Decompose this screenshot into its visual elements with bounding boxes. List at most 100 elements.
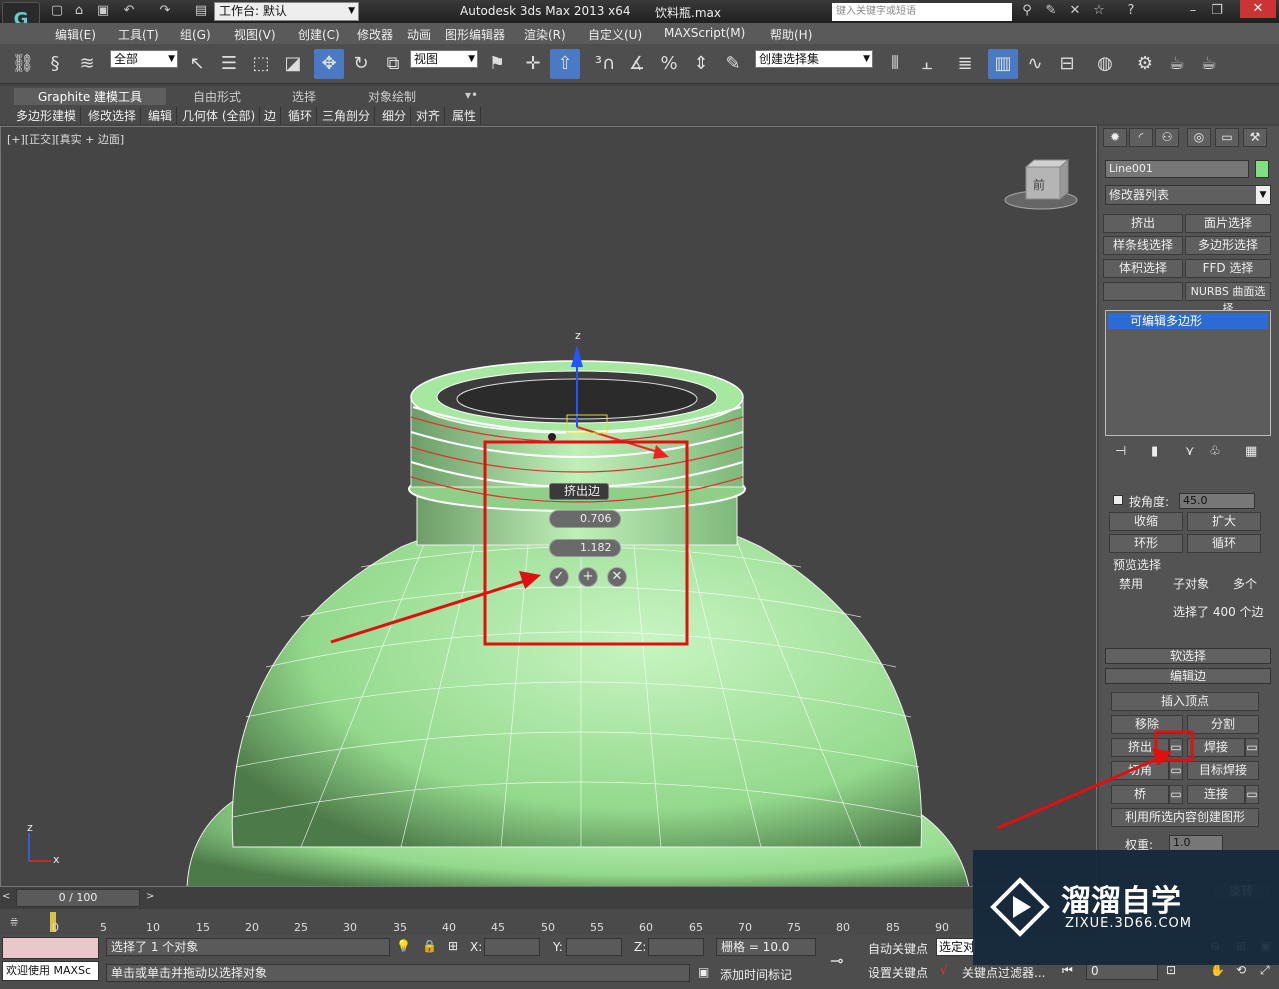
preview-multi-radio[interactable]: 多个 bbox=[1233, 575, 1257, 592]
menu-maxscript[interactable]: MAXScript(M) bbox=[664, 26, 745, 40]
tab-selection[interactable]: 选择 bbox=[292, 88, 316, 105]
bind-spacewarp-icon[interactable]: ≋ bbox=[72, 49, 102, 79]
utilities-tab-icon[interactable]: ⚒ bbox=[1243, 128, 1267, 147]
preview-disabled-radio[interactable]: 禁用 bbox=[1119, 575, 1143, 592]
grow-button[interactable]: 扩大 bbox=[1187, 512, 1261, 531]
ribbon-options-icon[interactable]: ▾• bbox=[465, 88, 478, 105]
subtab-loops[interactable]: 循环 bbox=[284, 107, 318, 124]
caddy-apply-icon[interactable]: + bbox=[578, 567, 598, 587]
scale-icon[interactable]: ⧉ bbox=[378, 49, 408, 79]
subtab-properties[interactable]: 属性 bbox=[448, 107, 482, 124]
named-selection-dropdown[interactable]: 创建选择集 ▼ bbox=[755, 50, 873, 68]
caddy-width-field[interactable]: 1.182 bbox=[549, 539, 621, 557]
by-angle-field[interactable]: 45.0 bbox=[1179, 493, 1255, 509]
new-file-icon[interactable]: ▢ bbox=[48, 2, 66, 20]
rendered-frame-icon[interactable]: ☕ bbox=[1162, 49, 1192, 79]
hierarchy-tab-icon[interactable]: ⚇ bbox=[1155, 128, 1179, 147]
subtab-align[interactable]: 对齐 bbox=[412, 107, 446, 124]
soft-selection-rollout[interactable]: 软选择 bbox=[1105, 648, 1271, 664]
weld-settings-icon[interactable]: ▭ bbox=[1245, 738, 1259, 757]
mirror-icon[interactable]: ⫴ bbox=[880, 49, 910, 79]
subtab-edges[interactable]: 边 bbox=[260, 107, 282, 124]
restore-icon[interactable]: ❐ bbox=[1208, 2, 1226, 20]
ffd-select-button[interactable]: FFD 选择 bbox=[1185, 259, 1271, 278]
move-icon[interactable]: ✥ bbox=[314, 49, 344, 79]
subtab-edit[interactable]: 编辑 bbox=[144, 107, 178, 124]
chamfer-button[interactable]: 切角 bbox=[1111, 761, 1169, 780]
save-icon[interactable]: ▣ bbox=[94, 2, 112, 20]
object-name-field[interactable]: Line001 bbox=[1105, 160, 1249, 178]
curve-editor-icon[interactable]: ∿ bbox=[1020, 49, 1050, 79]
help-icon[interactable]: ? bbox=[1122, 2, 1140, 20]
connect-settings-icon[interactable]: ▭ bbox=[1245, 785, 1259, 804]
absolute-mode-icon[interactable]: ⊞ bbox=[448, 939, 458, 953]
align-icon[interactable]: ⫠ bbox=[912, 49, 942, 79]
insert-vertex-button[interactable]: 插入顶点 bbox=[1111, 692, 1259, 711]
select-by-name-icon[interactable]: ☰ bbox=[214, 49, 244, 79]
menu-graph-editors[interactable]: 图形编辑器 bbox=[445, 26, 505, 43]
redo-icon[interactable]: ↷ bbox=[156, 2, 174, 20]
empty-modifier-button[interactable] bbox=[1103, 282, 1183, 301]
prev-frame-icon[interactable]: < bbox=[2, 891, 10, 902]
split-button[interactable]: 分割 bbox=[1187, 715, 1259, 734]
auto-key-button[interactable]: 自动关键点 bbox=[868, 940, 928, 957]
extrude-modifier-button[interactable]: 挤出 bbox=[1103, 214, 1183, 233]
unlink-icon[interactable]: § bbox=[40, 49, 70, 79]
track-bar[interactable]: ⩷ 0 5 10 15 20 25 30 35 40 45 50 55 60 6… bbox=[0, 909, 975, 935]
preview-subobject-radio[interactable]: 子对象 bbox=[1173, 575, 1209, 592]
menu-rendering[interactable]: 渲染(R) bbox=[524, 26, 566, 43]
close-x-icon[interactable]: ✕ bbox=[1066, 2, 1084, 20]
menu-group[interactable]: 组(G) bbox=[180, 26, 211, 43]
material-editor-icon[interactable]: ◍ bbox=[1090, 49, 1120, 79]
object-color-swatch[interactable] bbox=[1255, 160, 1269, 178]
make-unique-icon[interactable]: ⋎ bbox=[1185, 444, 1195, 459]
time-slider[interactable]: < 0 / 100 > bbox=[0, 887, 975, 909]
schematic-view-icon[interactable]: ⊟ bbox=[1052, 49, 1082, 79]
reference-coord-dropdown[interactable]: 视图 ▼ bbox=[410, 50, 478, 68]
snaps-toggle-icon[interactable]: ³∩ bbox=[590, 49, 620, 79]
by-angle-checkbox[interactable] bbox=[1113, 495, 1123, 505]
key-filters-icon[interactable]: √ bbox=[940, 963, 948, 977]
shrink-button[interactable]: 收缩 bbox=[1109, 512, 1183, 531]
modify-tab-icon[interactable]: ◜ bbox=[1129, 128, 1153, 147]
menu-modifiers[interactable]: 修改器 bbox=[357, 26, 393, 43]
create-shape-button[interactable]: 利用所选内容创建图形 bbox=[1111, 808, 1259, 827]
star-icon[interactable]: ☆ bbox=[1090, 2, 1108, 20]
render-production-icon[interactable]: ☕ bbox=[1194, 49, 1224, 79]
orbit-icon[interactable]: ⟲ bbox=[1236, 963, 1246, 977]
menu-help[interactable]: 帮助(H) bbox=[770, 26, 812, 43]
chamfer-settings-icon[interactable]: ▭ bbox=[1169, 761, 1183, 780]
set-key-icon[interactable]: ⊸ bbox=[830, 951, 843, 970]
menu-create[interactable]: 创建(C) bbox=[298, 26, 340, 43]
edit-named-selection-icon[interactable]: ✎ bbox=[718, 49, 748, 79]
bridge-settings-icon[interactable]: ▭ bbox=[1169, 785, 1183, 804]
caddy-height-field[interactable]: 0.706 bbox=[549, 510, 621, 528]
menu-customize[interactable]: 自定义(U) bbox=[588, 26, 642, 43]
front-viewport[interactable]: [+][正交][真实 + 边面] z z x 前 挤出边 0.706 1.182… bbox=[0, 126, 1097, 887]
subtab-subdivision[interactable]: 细分 bbox=[378, 107, 412, 124]
render-setup-icon[interactable]: ⚙ bbox=[1130, 49, 1160, 79]
minimize-icon[interactable]: – bbox=[1184, 2, 1202, 20]
tab-freeform[interactable]: 自由形式 bbox=[193, 88, 241, 105]
keyboard-shortcut-icon[interactable]: ⇧ bbox=[550, 49, 580, 79]
next-frame-icon[interactable]: > bbox=[146, 891, 154, 902]
y-coord-field[interactable] bbox=[566, 938, 622, 956]
track-bar-menu-icon[interactable]: ⩷ bbox=[10, 913, 18, 929]
connect-button[interactable]: 连接 bbox=[1187, 785, 1245, 804]
angle-snap-icon[interactable]: ∡ bbox=[622, 49, 652, 79]
menu-animation[interactable]: 动画 bbox=[407, 26, 431, 43]
tab-object-paint[interactable]: 对象绘制 bbox=[368, 88, 416, 105]
percent-snap-icon[interactable]: % bbox=[654, 49, 684, 79]
modifier-list-dropdown[interactable]: 修改器列表 ▼ bbox=[1105, 185, 1271, 205]
menu-tools[interactable]: 工具(T) bbox=[118, 26, 159, 43]
undo-icon[interactable]: ↶ bbox=[120, 2, 138, 20]
weld-button[interactable]: 焊接 bbox=[1187, 738, 1245, 757]
add-time-tag-label[interactable]: 添加时间标记 bbox=[720, 966, 792, 983]
pin-stack-icon[interactable]: ⊣ bbox=[1115, 444, 1126, 459]
workspace-dropdown[interactable]: 工作台: 默认 ▼ bbox=[214, 2, 359, 21]
time-config-icon[interactable]: ⊡ bbox=[1166, 963, 1176, 977]
vol-select-button[interactable]: 体积选择 bbox=[1103, 259, 1183, 278]
open-file-icon[interactable]: ⌂ bbox=[70, 2, 88, 20]
spinner-snap-icon[interactable]: ⇕ bbox=[686, 49, 716, 79]
key-filters-button[interactable]: 关键点过滤器... bbox=[962, 964, 1045, 981]
